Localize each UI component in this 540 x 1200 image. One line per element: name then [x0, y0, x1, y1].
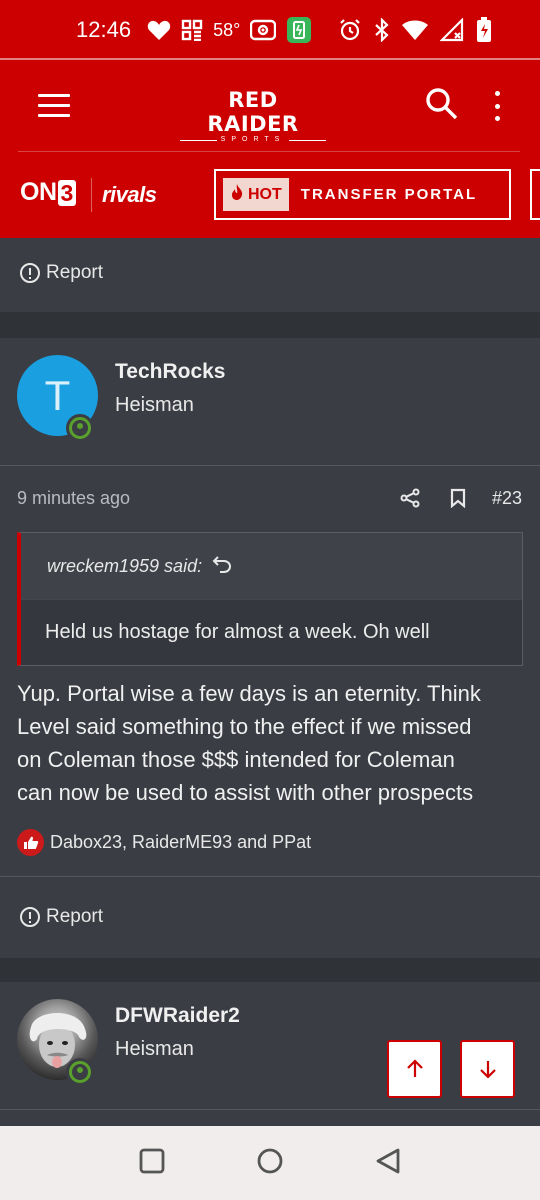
report-label: Report: [46, 906, 104, 927]
hamburger-menu-icon[interactable]: [38, 94, 70, 118]
post-separator: [0, 958, 540, 982]
signal-icon: [440, 18, 464, 42]
search-icon[interactable]: [424, 86, 460, 122]
online-status-icon: [66, 1058, 94, 1086]
prev-post-footer: Report: [0, 238, 540, 312]
report-button[interactable]: Report: [20, 262, 103, 284]
alert-circle-icon: [20, 907, 40, 927]
jump-to-quote-icon[interactable]: [212, 555, 232, 578]
post-meta: 9 minutes ago #23: [0, 478, 540, 518]
arrow-up-icon: [406, 1059, 423, 1077]
post-body-line: Level said something to the effect if we…: [17, 714, 472, 739]
quote-block: wreckem1959 said: Held us hostage for al…: [17, 532, 523, 666]
alert-circle-icon: [20, 263, 40, 283]
rivals-logo[interactable]: rivals: [102, 182, 157, 208]
app-header: RED RAIDER SPORTS: [0, 60, 540, 152]
scroll-up-button[interactable]: [387, 1040, 442, 1098]
on3-text: ON: [20, 178, 57, 206]
scroll-down-button[interactable]: [460, 1040, 515, 1098]
like-icon: [17, 829, 44, 856]
network-nav: ON 3 rivals HOT TRANSFER PORTAL: [0, 152, 540, 238]
temperature: 58°: [213, 19, 241, 40]
bookmark-icon[interactable]: [449, 488, 467, 509]
reactions-users: Dabox23, RaiderME93 and PPat: [50, 832, 312, 852]
thread-content: Report T TechRocks Heisman 9 minutes ago…: [0, 238, 540, 1126]
status-bar: 12:46 58°: [0, 0, 540, 60]
heart-icon: [147, 19, 171, 41]
back-icon[interactable]: [374, 1147, 402, 1180]
post-divider: [0, 876, 540, 877]
report-button[interactable]: Report: [20, 906, 103, 928]
report-label: Report: [46, 262, 104, 283]
quote-header[interactable]: wreckem1959 said:: [21, 533, 522, 599]
hot-label: HOT: [248, 185, 282, 203]
post-separator: [0, 312, 540, 338]
wifi-icon: [402, 19, 428, 41]
user-rank: Heisman: [115, 394, 194, 416]
recent-apps-icon[interactable]: [138, 1147, 166, 1180]
site-logo[interactable]: RED RAIDER SPORTS: [180, 88, 326, 144]
on3-logo[interactable]: ON 3: [20, 178, 76, 207]
hotspot-icon: [250, 19, 277, 41]
reactions-row[interactable]: Dabox23, RaiderME93 and PPat: [17, 829, 311, 856]
system-nav-bar: [0, 1126, 540, 1200]
portal-label: TRANSFER PORTAL: [300, 186, 478, 203]
username[interactable]: DFWRaider2: [115, 1004, 240, 1028]
username[interactable]: TechRocks: [115, 360, 226, 384]
more-vert-icon[interactable]: [487, 88, 507, 124]
transfer-portal-button[interactable]: HOT TRANSFER PORTAL: [214, 169, 511, 220]
share-icon[interactable]: [400, 488, 420, 508]
post-body-line: can now be used to assist with other pro…: [17, 780, 474, 805]
quote-text: Held us hostage for almost a week. Oh we…: [21, 599, 522, 665]
post-author-header: DFWRaider2 Heisman: [0, 982, 540, 1110]
brand-sub: SPORTS: [180, 136, 326, 144]
nav-separator: [91, 178, 92, 212]
grid-app-icon: [181, 19, 203, 41]
post-body-line: Yup. Portal wise a few days is an eterni…: [17, 681, 481, 706]
battery-charging-icon: [476, 17, 492, 43]
user-rank: Heisman: [115, 1038, 194, 1060]
online-status-icon: [66, 414, 94, 442]
hot-badge: HOT: [223, 178, 289, 211]
post-body: Yup. Portal wise a few days is an eterni…: [17, 677, 527, 809]
alarm-icon: [338, 18, 362, 42]
flame-icon: [230, 183, 244, 206]
status-time: 12:46: [76, 17, 132, 42]
battery-saver-icon: [286, 16, 312, 44]
arrow-down-icon: [479, 1061, 496, 1079]
brand-main: RED RAIDER: [207, 88, 299, 136]
post-author-header: T TechRocks Heisman: [0, 338, 540, 466]
post-timestamp[interactable]: 9 minutes ago: [17, 488, 130, 509]
quote-author: wreckem1959 said:: [47, 555, 203, 576]
home-icon[interactable]: [256, 1147, 284, 1180]
post-number[interactable]: #23: [492, 488, 522, 509]
post-body-line: on Coleman those $$$ intended for Colema…: [17, 747, 455, 772]
next-nav-button[interactable]: [530, 169, 540, 220]
bluetooth-icon: [374, 18, 390, 42]
on3-three: 3: [57, 179, 76, 206]
